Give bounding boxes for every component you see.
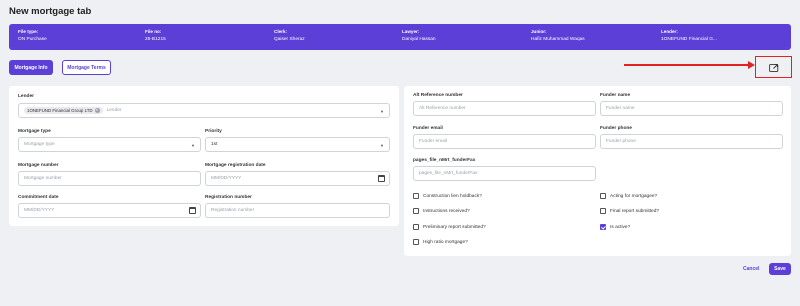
mortgage-type-placeholder: Mortgage type (24, 142, 55, 147)
funder-email-input[interactable]: Funder email (413, 134, 596, 149)
chevron-down-icon: ▼ (380, 109, 384, 114)
banner-label: Clerk: (274, 29, 288, 34)
construction-lien-checkbox[interactable]: Construction lien holdback? (413, 193, 482, 199)
priority-select[interactable]: 1st ▼ (205, 137, 390, 152)
final-report-checkbox[interactable]: Final report submitted? (600, 208, 659, 214)
lender-placeholder: Lender (106, 108, 122, 113)
checkbox-label: Acting for mortgagee? (610, 193, 658, 199)
priority-value: 1st (211, 142, 218, 147)
alt-reference-input[interactable]: Alt Reference number (413, 101, 596, 116)
registration-date-placeholder: MM/DD/YYYY (211, 176, 242, 181)
mortgage-info-card: Lender 1ONEFUND Financial Group LTD ✕ Le… (9, 86, 399, 226)
banner-label: Lender: (661, 29, 678, 34)
save-button[interactable]: Save (769, 263, 791, 275)
mortgage-number-input[interactable]: Mortgage number (18, 171, 201, 186)
checkbox-box[interactable] (413, 239, 419, 245)
commitment-date-placeholder: MM/DD/YYYY (24, 208, 55, 213)
mortgage-type-select[interactable]: Mortgage type ▼ (18, 137, 201, 152)
alt-reference-label: Alt Reference number (413, 93, 463, 98)
tab-mortgage-info[interactable]: Mortgage Info (9, 60, 53, 75)
funder-name-placeholder: Funder name (606, 106, 635, 111)
calendar-icon[interactable] (378, 175, 385, 182)
checkbox-box[interactable] (413, 193, 419, 199)
banner-label: Junior: (531, 29, 547, 34)
export-icon (768, 63, 778, 72)
alt-reference-placeholder: Alt Reference number (419, 106, 466, 111)
chevron-down-icon: ▼ (380, 143, 384, 148)
funder-phone-input[interactable]: Funder phone (600, 134, 783, 149)
banner-value: 1ONEFUND Financial G... (661, 37, 717, 42)
lender-chip-label: 1ONEFUND Financial Group LTD (27, 108, 93, 113)
funder-phone-placeholder: Funder phone (606, 139, 636, 144)
funder-fax-placeholder: pages_file_nMrt_funderFax (419, 171, 478, 176)
calendar-icon[interactable] (189, 207, 196, 214)
annotation-arrowhead (748, 61, 755, 69)
chevron-down-icon: ▼ (191, 143, 195, 148)
lender-chip: 1ONEFUND Financial Group LTD ✕ (24, 107, 103, 114)
mortgage-type-label: Mortgage type (18, 129, 51, 134)
registration-date-input[interactable]: MM/DD/YYYY (205, 171, 390, 186)
banner-value: Qaiser Sheraz (274, 37, 305, 42)
checkbox-label: Final report submitted? (610, 208, 660, 214)
priority-label: Priority (205, 129, 222, 134)
banner-file-type: File type: ON Purchase (18, 28, 47, 44)
banner-file-no: File no: 25-B1215 (145, 28, 166, 44)
page-title: New mortgage tab (9, 6, 92, 17)
registration-number-label: Registration number (205, 195, 252, 200)
checkbox-box-checked[interactable] (600, 224, 606, 230)
funder-email-placeholder: Funder email (419, 139, 447, 144)
preliminary-report-checkbox[interactable]: Preliminary report submitted? (413, 224, 486, 230)
banner-clerk: Clerk: Qaiser Sheraz (274, 28, 305, 44)
is-active-checkbox[interactable]: Is active? (600, 224, 630, 230)
annotation-arrow (624, 64, 752, 66)
registration-number-placeholder: Registration number (211, 208, 255, 213)
banner-value: 25-B1215 (145, 37, 166, 42)
cancel-button[interactable]: Cancel (743, 266, 759, 272)
checkbox-label: Is active? (610, 224, 631, 230)
banner-value: ON Purchase (18, 37, 47, 42)
file-summary-banner: File type: ON Purchase File no: 25-B1215… (9, 24, 791, 50)
export-button[interactable] (760, 60, 787, 74)
banner-lender: Lender: 1ONEFUND Financial G... (661, 28, 717, 44)
banner-junior: Junior: Hafiz Muhammad Waqas (531, 28, 585, 44)
checkbox-label: Construction lien holdback? (423, 193, 482, 199)
banner-label: File type: (18, 29, 39, 34)
tab-mortgage-terms[interactable]: Mortgage Terms (62, 60, 111, 75)
checkbox-label: Preliminary report submitted? (423, 224, 486, 230)
funder-fax-input[interactable]: pages_file_nMrt_funderFax (413, 166, 596, 181)
high-ratio-checkbox[interactable]: High ratio mortgage? (413, 239, 468, 245)
banner-lawyer: Lawyer: Daniyal Hassan (402, 28, 436, 44)
checkbox-box[interactable] (413, 208, 419, 214)
checkbox-label: High ratio mortgage? (423, 239, 468, 245)
commitment-date-label: Commitment date (18, 195, 59, 200)
remove-chip-icon[interactable]: ✕ (94, 108, 100, 113)
funder-phone-label: Funder phone (600, 126, 632, 131)
mortgage-number-label: Mortgage number (18, 163, 59, 168)
banner-value: Daniyal Hassan (402, 37, 436, 42)
banner-value: Hafiz Muhammad Waqas (531, 37, 585, 42)
mortgage-number-placeholder: Mortgage number (24, 176, 62, 181)
acting-for-mortgagee-checkbox[interactable]: Acting for mortgagee? (600, 193, 657, 199)
banner-label: File no: (145, 29, 162, 34)
lender-select[interactable]: 1ONEFUND Financial Group LTD ✕ Lender ▼ (18, 103, 390, 118)
banner-label: Lawyer: (402, 29, 420, 34)
funder-name-input[interactable]: Funder name (600, 101, 783, 116)
funder-name-label: Funder name (600, 93, 631, 98)
funder-details-card: Alt Reference number Alt Reference numbe… (404, 86, 791, 256)
registration-number-input[interactable]: Registration number (205, 203, 390, 218)
instructions-received-checkbox[interactable]: Instructions received? (413, 208, 470, 214)
registration-date-label: Mortgage registration date (205, 163, 266, 168)
lender-label: Lender (18, 94, 34, 99)
checkbox-label: Instructions received? (423, 208, 470, 214)
checkbox-box[interactable] (413, 224, 419, 230)
funder-fax-label: pages_file_nMrt_funderFax (413, 158, 476, 163)
checkbox-box[interactable] (600, 208, 606, 214)
funder-email-label: Funder email (413, 126, 443, 131)
commitment-date-input[interactable]: MM/DD/YYYY (18, 203, 201, 218)
checkbox-box[interactable] (600, 193, 606, 199)
